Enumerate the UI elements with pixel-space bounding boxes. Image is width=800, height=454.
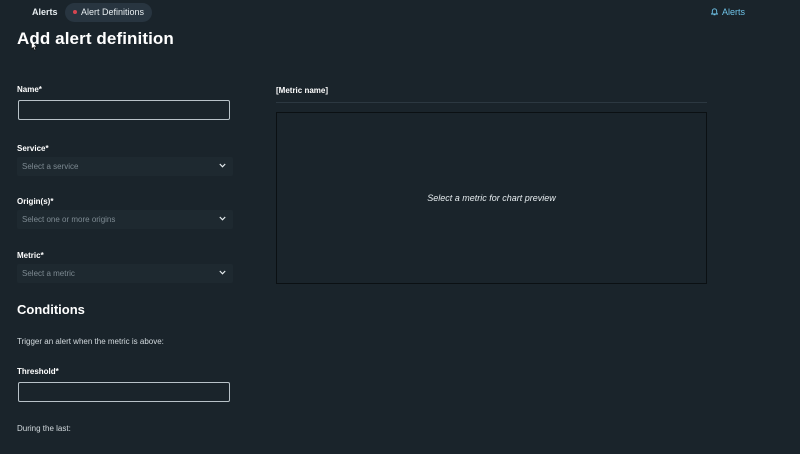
during-label: During the last: [17, 424, 71, 433]
active-dot-icon [73, 9, 77, 14]
service-label: Service* [17, 144, 49, 153]
service-placeholder: Select a service [22, 162, 79, 171]
chevron-down-icon [219, 270, 226, 275]
name-label: Name* [17, 85, 42, 94]
tab-alert-definitions-label: Alert Definitions [81, 7, 145, 17]
alerts-link[interactable]: Alerts [710, 6, 746, 18]
metric-select[interactable]: Select a metric [17, 264, 233, 283]
alerts-link-label: Alerts [722, 7, 746, 17]
service-select[interactable]: Select a service [17, 157, 233, 176]
tab-alerts-label: Alerts [32, 7, 58, 17]
name-field[interactable] [18, 100, 230, 120]
tab-alert-definitions[interactable]: Alert Definitions [65, 3, 153, 22]
origins-select[interactable]: Select one or more origins [17, 210, 233, 229]
chart-placeholder-text: Select a metric for chart preview [427, 193, 556, 203]
origins-label: Origin(s)* [17, 197, 54, 206]
chevron-down-icon [219, 216, 226, 221]
page-title: Add alert definition [17, 29, 174, 48]
origins-placeholder: Select one or more origins [22, 215, 116, 224]
conditions-title: Conditions [17, 302, 85, 317]
chart-preview: Select a metric for chart preview [276, 112, 707, 284]
metric-name-heading: [Metric name] [276, 86, 329, 95]
conditions-description: Trigger an alert when the metric is abov… [17, 337, 164, 346]
top-nav: Alerts Alert Definitions Alerts [0, 0, 800, 24]
tab-alerts[interactable]: Alerts [22, 3, 68, 21]
metric-placeholder: Select a metric [22, 269, 75, 278]
bell-icon [710, 7, 719, 15]
metric-label: Metric* [17, 251, 44, 260]
chevron-down-icon [219, 163, 226, 168]
threshold-field[interactable] [18, 382, 230, 402]
divider [276, 102, 707, 103]
threshold-label: Threshold* [17, 367, 59, 376]
